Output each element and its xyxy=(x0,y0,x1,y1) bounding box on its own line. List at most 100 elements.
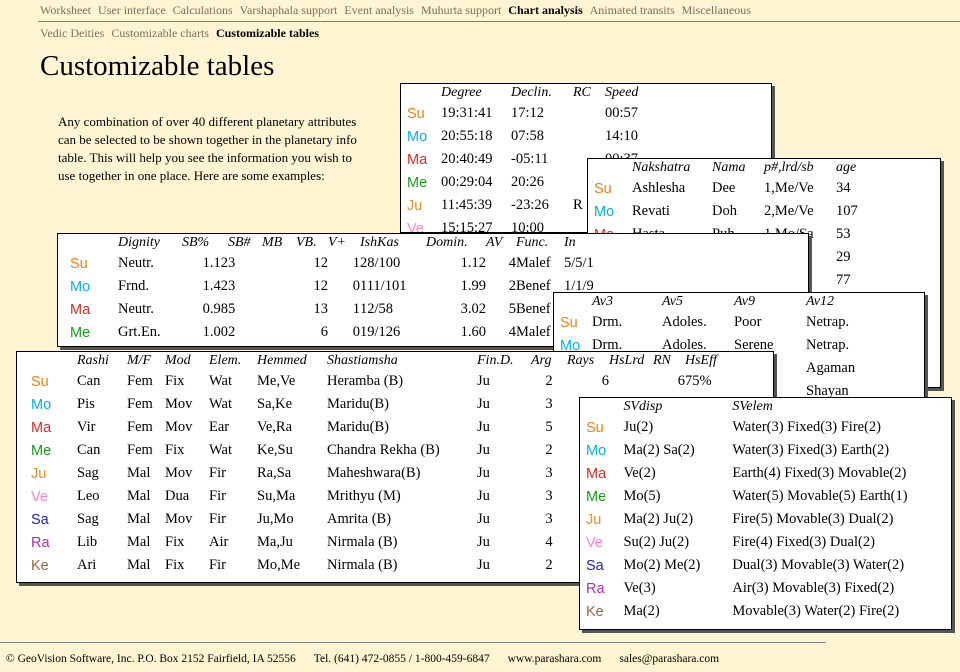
subnav-vedic-deities[interactable]: Vedic Deities xyxy=(40,26,104,40)
table-cell: 28/100 xyxy=(360,255,401,271)
planet-label: Mo xyxy=(586,442,607,459)
page-title: Customizable tables xyxy=(40,50,275,82)
table-cell: Heramba (B) xyxy=(327,373,404,389)
table-cell xyxy=(609,370,653,393)
table-cell: 20:55:18 xyxy=(441,128,493,144)
table-cell: 1.60 xyxy=(460,324,486,340)
table-row: Su Drm. Adoles. Poor Netrap. xyxy=(560,311,886,334)
table-cell: -05:11 xyxy=(511,151,549,167)
planet-label: Su xyxy=(594,180,612,197)
planet-label: Me xyxy=(407,174,428,191)
table-cell: 3 xyxy=(545,465,553,481)
table-cell: Ju xyxy=(477,488,490,504)
column-header: Dignity xyxy=(118,235,160,250)
table-cell: 10:00 xyxy=(511,220,545,233)
table-cell: Mo,Me xyxy=(257,557,301,573)
planet-label: Ke xyxy=(31,557,49,574)
table-cell: Ma(2) Sa(2) xyxy=(623,442,695,458)
table-cell: 12 xyxy=(313,255,329,271)
table-cell: 0 xyxy=(352,278,360,294)
subnav-customizable-charts[interactable]: Customizable charts xyxy=(111,26,209,40)
footer-website-link[interactable]: www.parashara.com xyxy=(508,653,602,665)
table-cell: Maheshwara(B) xyxy=(327,465,421,481)
table-header-row: Nakshatra Nama p#,lrd/sb age xyxy=(594,159,886,177)
svdisp-table: SVdisp SVelem Su Ju(2) Water(3) Fixed(3) Fir… xyxy=(586,398,951,623)
table-cell: Fem xyxy=(127,419,153,435)
table-cell: 11:45:39 xyxy=(441,197,493,213)
table-cell: Air xyxy=(209,534,229,550)
column-header: SB% xyxy=(182,235,210,250)
table-row: Su 19:31:41 17:12 00:57 xyxy=(407,102,655,125)
nav-worksheet[interactable]: Worksheet xyxy=(40,3,91,17)
column-header: Rashi xyxy=(77,353,109,368)
table-cell: 5/5/1 xyxy=(564,255,594,271)
table-header-row: Degree Declin. RC Speed xyxy=(407,84,655,102)
planet-label: Ma xyxy=(70,301,91,318)
svdisp-table-panel: SVdisp SVelem Su Ju(2) Water(3) Fixed(3) Fir… xyxy=(579,397,952,630)
table-cell xyxy=(262,252,296,275)
table-cell: 19/126 xyxy=(360,324,401,340)
table-cell: Fix xyxy=(165,442,185,458)
table-cell: Ju(2) xyxy=(623,419,654,435)
planet-label: Mo xyxy=(31,396,52,413)
table-cell: Dua xyxy=(165,488,190,504)
table-cell: Frnd. xyxy=(118,278,150,294)
nav-event-analysis[interactable]: Event analysis xyxy=(344,3,414,17)
planet-label: Ve xyxy=(407,220,424,233)
table-cell: Can xyxy=(77,373,101,389)
table-cell: Mrithyu (M) xyxy=(327,488,401,504)
column-header: MB xyxy=(262,235,283,250)
nav-miscellaneous[interactable]: Miscellaneous xyxy=(682,3,751,17)
column-header: Nakshatra xyxy=(632,160,691,175)
table-cell: Ve(2) xyxy=(623,465,656,481)
nav-chart-analysis[interactable]: Chart analysis xyxy=(508,3,582,17)
column-header: HsLrd xyxy=(609,353,645,368)
table-cell: Nirmala (B) xyxy=(327,557,398,573)
nav-user-interface[interactable]: User interface xyxy=(98,3,166,17)
table-cell: Neutr. xyxy=(118,255,154,271)
table-cell: Ve(3) xyxy=(623,580,656,596)
planet-label: Mo xyxy=(407,128,428,145)
column-header: VB. xyxy=(296,235,317,250)
table-cell: Wat xyxy=(209,396,232,412)
table-cell xyxy=(262,275,296,298)
footer: © GeoVision Software, Inc. P.O. Box 2152… xyxy=(6,653,737,665)
column-header: IshKas xyxy=(360,235,399,250)
table-cell: 2,Me/Ve xyxy=(764,203,814,219)
table-cell: 00:57 xyxy=(605,105,639,121)
column-header xyxy=(560,293,592,311)
subnav-customizable-tables[interactable]: Customizable tables xyxy=(216,26,319,40)
table-cell: Mal xyxy=(127,488,151,504)
table-cell: Grt.En. xyxy=(118,324,161,340)
planet-label: Ju xyxy=(586,511,602,528)
table-cell: Revati xyxy=(632,203,670,219)
column-header: Declin. xyxy=(511,85,552,100)
footer-email-link[interactable]: sales@parashara.com xyxy=(619,653,719,665)
table-cell: Ju xyxy=(477,557,490,573)
table-cell: 6 xyxy=(601,373,609,389)
nav-calculations[interactable]: Calculations xyxy=(173,3,233,17)
planet-label: Ma xyxy=(31,419,52,436)
table-row: MaNeutr.0.98513112/583.025Benef3/3/2 xyxy=(70,298,610,321)
table-cell: 1.12 xyxy=(460,255,486,271)
table-cell: Movable(3) Water(2) Fire(2) xyxy=(732,603,900,619)
planet-label: Su xyxy=(31,373,49,390)
table-cell: Ari xyxy=(77,557,97,573)
table-cell: Sag xyxy=(77,465,99,481)
planet-label: Sa xyxy=(31,511,49,528)
column-header: Mod xyxy=(165,353,191,368)
table-cell: Ma(2) xyxy=(623,603,660,619)
primary-nav: Worksheet User interface Calculations Varsh… xyxy=(40,3,758,18)
nav-varshaphala-support[interactable]: Varshaphala support xyxy=(240,3,338,17)
column-header: Nama xyxy=(712,160,746,175)
table-row: Sa Mo(2) Me(2) Dual(3) Movable(3) Water(2) xyxy=(586,554,951,577)
table-cell: Mal xyxy=(127,511,151,527)
table-cell: Maridu(B) xyxy=(327,396,390,412)
table-cell: 1.99 xyxy=(460,278,486,294)
table-cell: 12 xyxy=(313,278,329,294)
nav-animated-transits[interactable]: Animated transits xyxy=(590,3,675,17)
table-cell: Mal xyxy=(127,465,151,481)
table-cell: 3 xyxy=(545,488,553,504)
nav-muhurta-support[interactable]: Muhurta support xyxy=(421,3,501,17)
column-header xyxy=(31,352,77,370)
